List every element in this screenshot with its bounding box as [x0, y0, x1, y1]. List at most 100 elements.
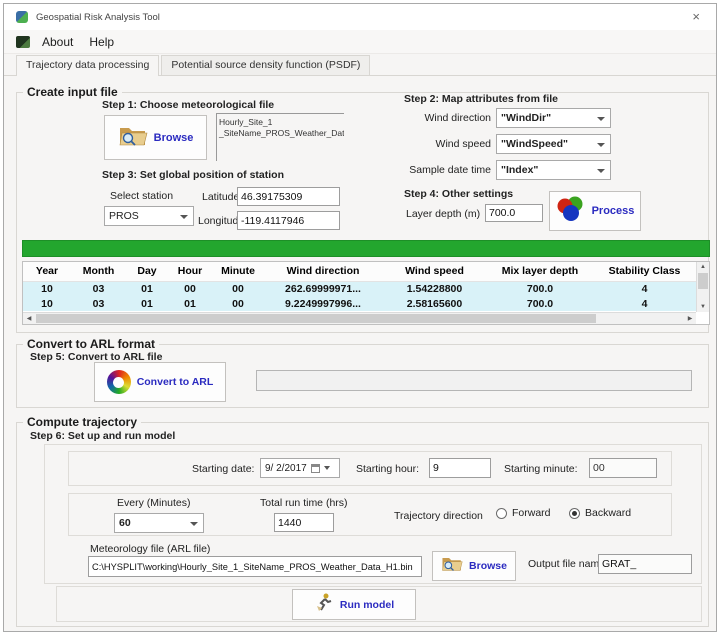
table-cell: 1.54228800: [382, 281, 487, 296]
column-header: Stability Class: [593, 262, 696, 281]
meteorology-file-label: Meteorology file (ARL file): [90, 543, 210, 555]
starting-date-value: 9/ 2/2017: [265, 463, 307, 474]
layer-depth-label: Layer depth (m): [406, 208, 480, 220]
app-window: Geospatial Risk Analysis Tool × About He…: [3, 3, 717, 632]
longitude-field[interactable]: [237, 211, 340, 230]
wind-speed-label: Wind speed: [384, 138, 491, 150]
chevron-down-icon: [180, 215, 188, 219]
radio-backward[interactable]: Backward: [569, 507, 631, 519]
table-cell: 262.69999971...: [264, 281, 382, 296]
vertical-scroll-thumb[interactable]: [698, 273, 708, 289]
starting-hour-label: Starting hour:: [356, 463, 419, 475]
close-icon[interactable]: ×: [684, 7, 708, 27]
every-minutes-label: Every (Minutes): [117, 497, 191, 509]
step4-title: Step 4: Other settings: [404, 188, 513, 200]
trajectory-direction-label: Trajectory direction: [394, 510, 483, 522]
table-cell: 700.0: [487, 281, 593, 296]
column-header: Year: [23, 262, 71, 281]
weather-data-table: YearMonthDayHourMinuteWind directionWind…: [23, 262, 696, 311]
convert-progress-bar: [256, 370, 692, 391]
folder-search-icon: [441, 555, 463, 577]
horizontal-scrollbar[interactable]: ◀ ▶: [23, 312, 696, 324]
processing-progress-bar: [22, 240, 710, 257]
starting-minute-label: Starting minute:: [504, 463, 578, 475]
group-title: Compute trajectory: [23, 415, 141, 429]
table-row[interactable]: 10030101009.2249997996...2.58165600700.0…: [23, 296, 696, 311]
table-cell: 4: [593, 296, 696, 311]
file-name-line1: Hourly_Site_1: [219, 117, 342, 128]
starting-date-label: Starting date:: [192, 463, 254, 475]
app-icon: [16, 11, 28, 23]
menu-help[interactable]: Help: [81, 33, 122, 51]
starting-date-picker[interactable]: 9/ 2/2017: [260, 458, 340, 478]
run-model-button-label: Run model: [340, 599, 394, 611]
scroll-up-icon[interactable]: ▲: [697, 262, 709, 272]
tab-psdf[interactable]: Potential source density function (PSDF): [161, 55, 370, 75]
column-header: Minute: [212, 262, 264, 281]
chevron-down-icon: [324, 466, 330, 470]
wind-direction-label: Wind direction: [384, 112, 491, 124]
layer-depth-field[interactable]: [485, 204, 543, 222]
file-name-line2: _SiteName_PROS_Weather_Data.csv: [219, 128, 342, 139]
station-select[interactable]: PROS: [104, 206, 194, 226]
meteorology-file-field[interactable]: [88, 556, 422, 577]
table-cell: 01: [168, 296, 212, 311]
wind-speed-select[interactable]: "WindSpeed": [496, 134, 611, 154]
scroll-right-icon[interactable]: ▶: [684, 313, 696, 324]
radio-circle-icon: [569, 508, 580, 519]
vertical-scrollbar[interactable]: ▲ ▼: [696, 262, 709, 312]
starting-hour-field[interactable]: [429, 458, 491, 478]
table-row[interactable]: 1003010000262.69999971...1.54228800700.0…: [23, 281, 696, 296]
step6-title: Step 6: Set up and run model: [30, 430, 175, 442]
table-cell: 00: [212, 296, 264, 311]
select-station-label: Select station: [110, 190, 173, 202]
weather-data-table-container: YearMonthDayHourMinuteWind directionWind…: [22, 261, 710, 325]
calendar-icon: [311, 464, 320, 473]
scroll-down-icon[interactable]: ▼: [697, 302, 709, 312]
total-run-time-field[interactable]: [274, 513, 334, 532]
table-cell: 03: [71, 281, 126, 296]
chevron-down-icon: [597, 143, 605, 147]
horizontal-scroll-thumb[interactable]: [36, 314, 596, 323]
sample-date-time-select[interactable]: "Index": [496, 160, 611, 180]
table-cell: 10: [23, 296, 71, 311]
runner-icon: [314, 592, 334, 617]
convert-to-arl-button[interactable]: Convert to ARL: [94, 362, 226, 402]
group-title: Create input file: [23, 85, 122, 99]
process-button-label: Process: [592, 205, 635, 217]
forward-radio-label: Forward: [512, 507, 551, 519]
chevron-down-icon: [597, 117, 605, 121]
table-cell: 03: [71, 296, 126, 311]
column-header: Wind direction: [264, 262, 382, 281]
menu-bar: About Help: [4, 30, 716, 54]
column-header: Hour: [168, 262, 212, 281]
table-cell: 01: [126, 296, 168, 311]
column-header: Day: [126, 262, 168, 281]
tab-trajectory-data-processing[interactable]: Trajectory data processing: [16, 55, 159, 76]
browse-meteorological-file-button[interactable]: Browse: [104, 115, 207, 160]
menu-about[interactable]: About: [34, 33, 81, 51]
table-cell: 01: [126, 281, 168, 296]
run-model-button[interactable]: Run model: [292, 589, 416, 620]
step3-title: Step 3: Set global position of station: [102, 169, 284, 181]
table-cell: 2.58165600: [382, 296, 487, 311]
wind-direction-select[interactable]: "WindDir": [496, 108, 611, 128]
process-button[interactable]: Process: [549, 191, 641, 231]
browse-arl-file-button[interactable]: Browse: [432, 551, 516, 581]
scroll-left-icon[interactable]: ◀: [23, 313, 35, 324]
radio-circle-icon: [496, 508, 507, 519]
output-prefix-field[interactable]: [598, 554, 692, 574]
radio-forward[interactable]: Forward: [496, 507, 551, 519]
tab-strip: Trajectory data processing Potential sou…: [4, 54, 716, 76]
starting-minute-field[interactable]: [589, 458, 657, 478]
every-minutes-select[interactable]: 60: [114, 513, 204, 533]
station-selected-value: PROS: [109, 210, 139, 222]
column-header: Wind speed: [382, 262, 487, 281]
step2-title: Step 2: Map attributes from file: [404, 93, 558, 105]
table-cell: 4: [593, 281, 696, 296]
column-header: Mix layer depth: [487, 262, 593, 281]
latitude-field[interactable]: [237, 187, 340, 206]
chevron-down-icon: [190, 522, 198, 526]
convert-button-label: Convert to ARL: [137, 376, 214, 388]
table-cell: 00: [212, 281, 264, 296]
